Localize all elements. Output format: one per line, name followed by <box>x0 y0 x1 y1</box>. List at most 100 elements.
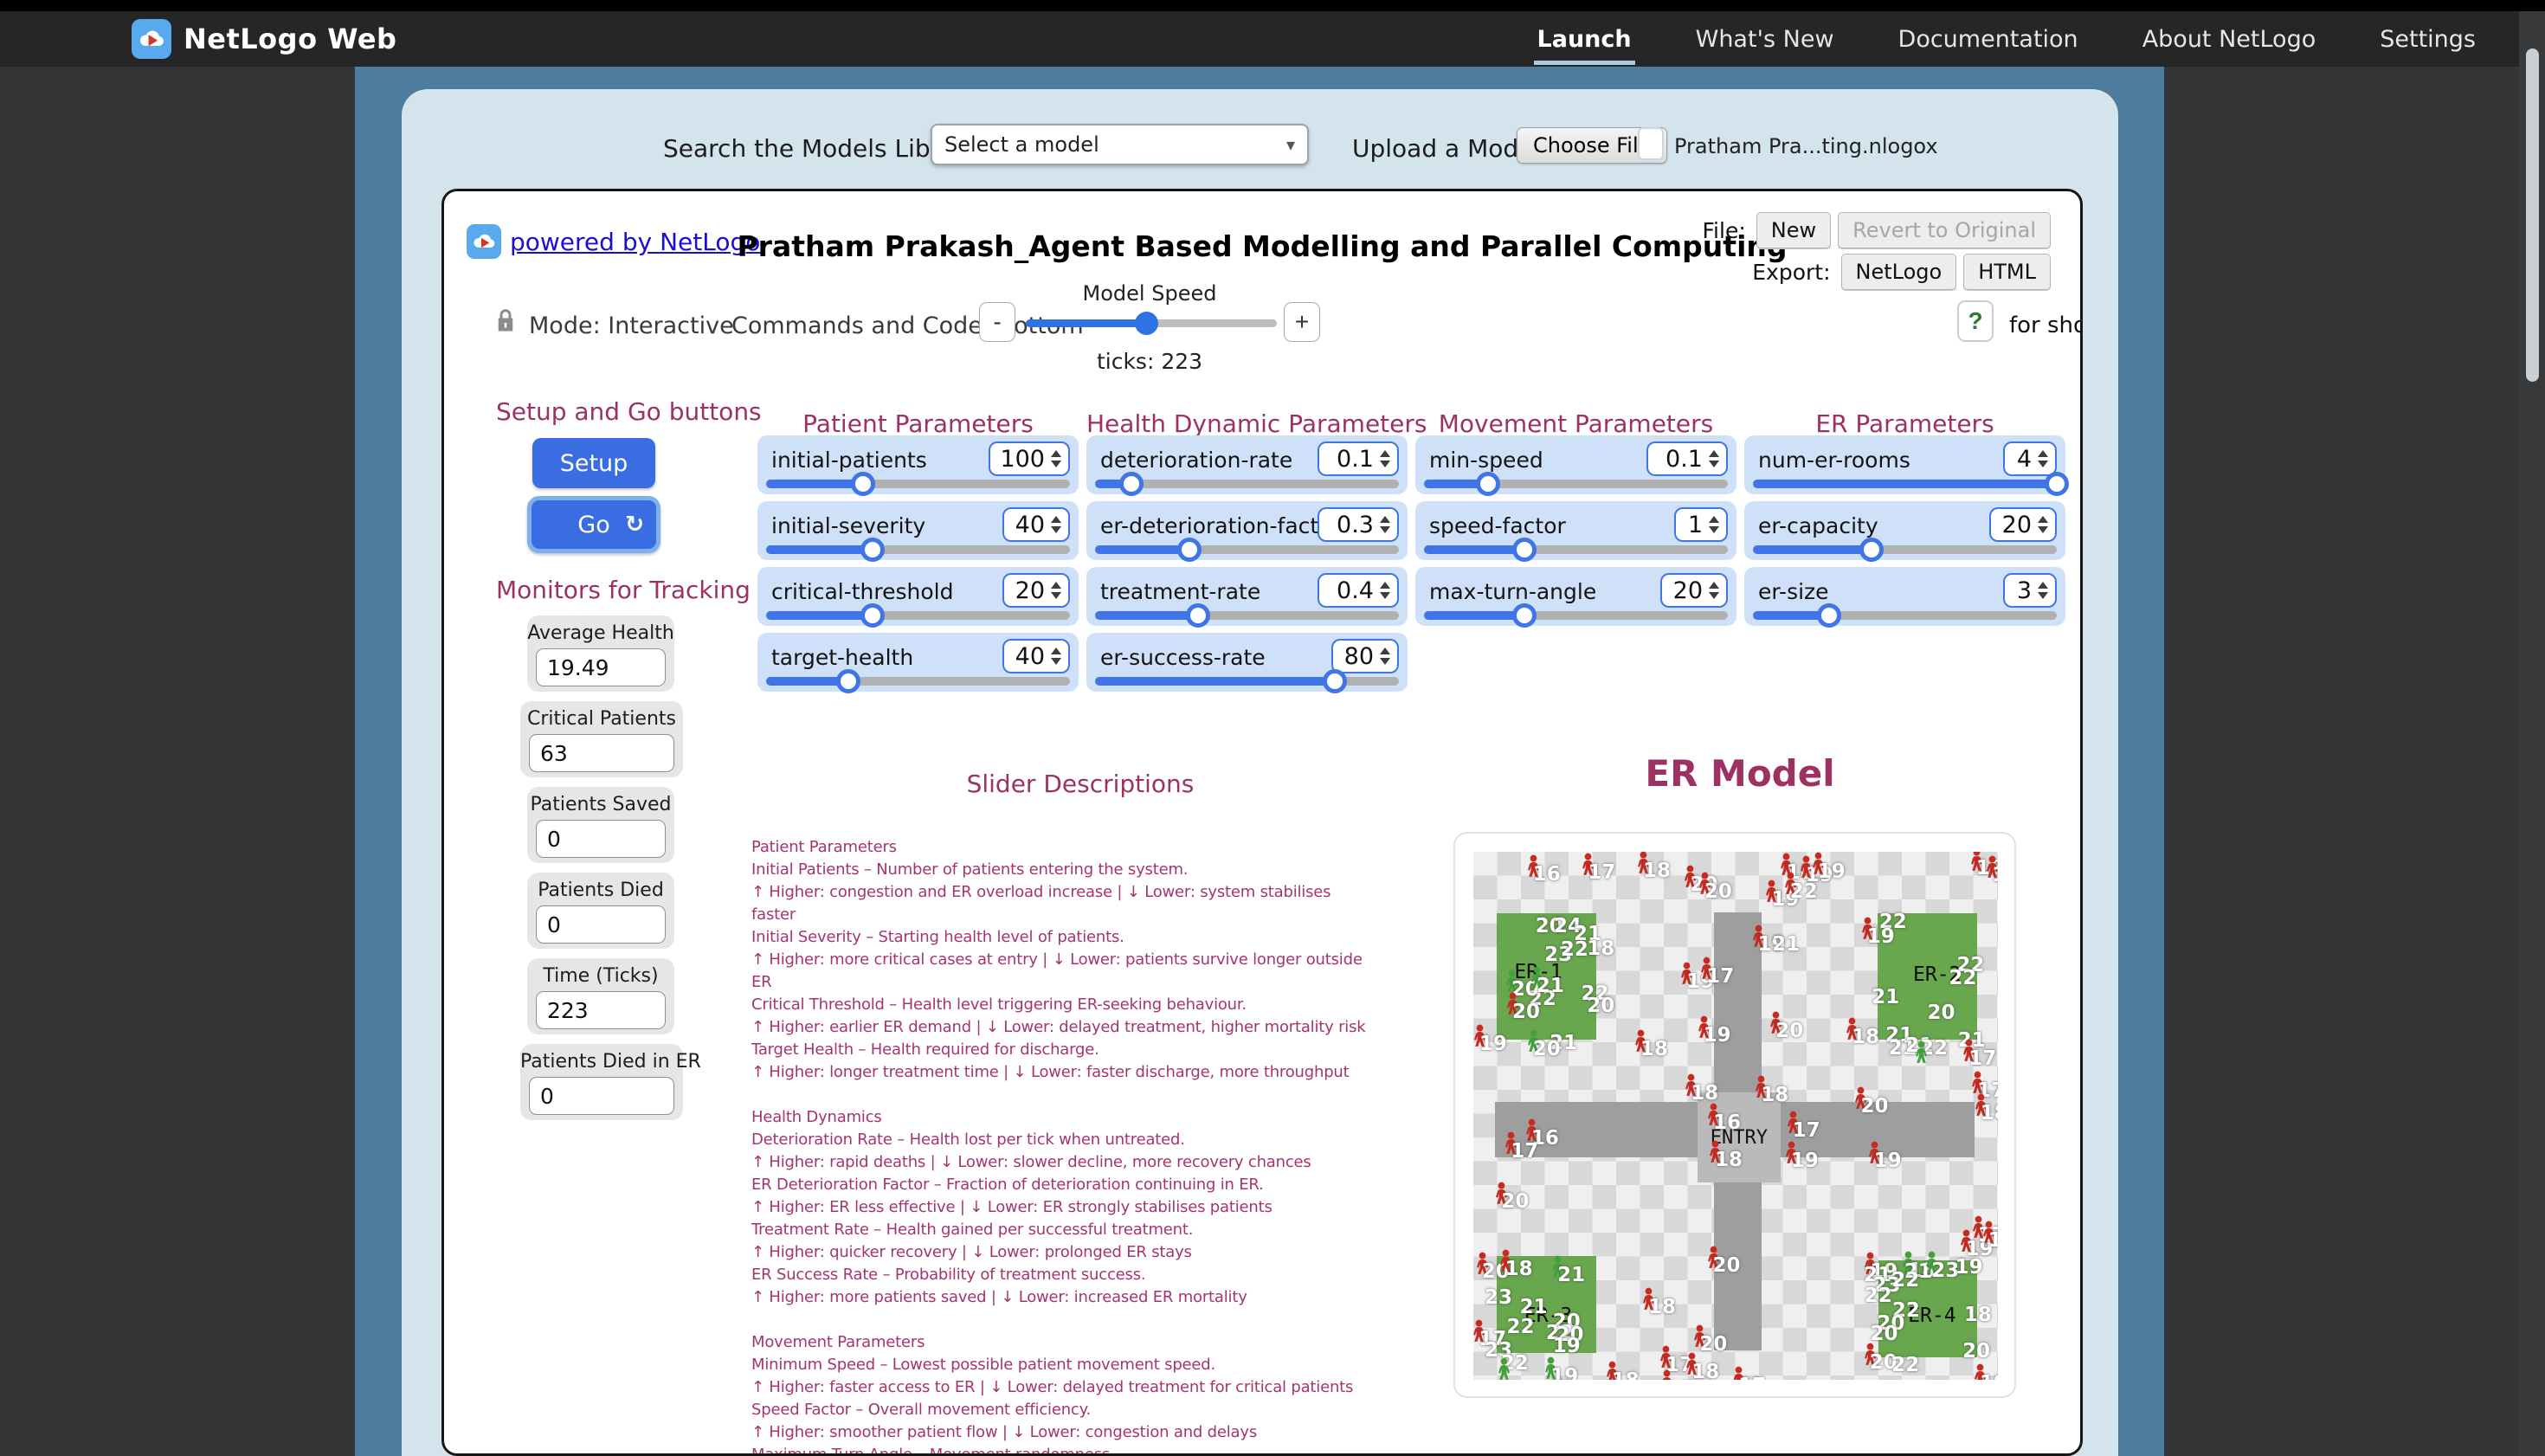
spinner-down-icon[interactable] <box>1051 658 1061 665</box>
spinner-arrows-icon[interactable] <box>2038 516 2048 533</box>
slider-thumb[interactable] <box>1512 603 1537 628</box>
slider-min-speed[interactable]: min-speed0.1 <box>1415 435 1736 494</box>
spinner-arrows-icon[interactable] <box>1380 647 1390 665</box>
slider-track[interactable] <box>766 611 1070 620</box>
spinner-down-icon[interactable] <box>2038 526 2048 533</box>
nav-link-about-netlogo[interactable]: About NetLogo <box>2142 26 2316 53</box>
shortcuts-help-button[interactable]: ? <box>1957 300 1994 342</box>
revert-to-original-button[interactable]: Revert to Original <box>1838 212 2051 248</box>
slider-thumb[interactable] <box>836 669 860 693</box>
spinner-down-icon[interactable] <box>1709 526 1719 533</box>
slider-track[interactable] <box>1424 480 1728 488</box>
slider-track[interactable] <box>766 545 1070 554</box>
spinner-up-icon[interactable] <box>1709 516 1719 523</box>
spinner-down-icon[interactable] <box>1051 592 1061 599</box>
slider-thumb[interactable] <box>1512 538 1537 562</box>
spinner-up-icon[interactable] <box>2038 450 2048 457</box>
export-netlogo-button[interactable]: NetLogo <box>1841 254 1957 290</box>
model-speed-slider[interactable] <box>1026 319 1277 327</box>
slider-track[interactable] <box>1095 480 1399 488</box>
export-html-button[interactable]: HTML <box>1963 254 2051 290</box>
er-world-view[interactable]: ENTRYER-1ER-2ER-3ER-41617182020181919192… <box>1473 852 1998 1380</box>
spinner-up-icon[interactable] <box>1051 647 1061 654</box>
slider-value-input[interactable]: 0.3 <box>1318 507 1399 542</box>
scrollbar-thumb[interactable] <box>2526 48 2539 382</box>
slider-value-input[interactable]: 0.1 <box>1646 441 1728 476</box>
spinner-down-icon[interactable] <box>1380 592 1390 599</box>
slider-num-er-rooms[interactable]: num-er-rooms4 <box>1744 435 2065 494</box>
slider-er-deterioration-factor[interactable]: er-deterioration-factor0.3 <box>1086 501 1408 560</box>
nav-link-settings[interactable]: Settings <box>2380 26 2476 53</box>
slider-speed-factor[interactable]: speed-factor1 <box>1415 501 1736 560</box>
slider-er-capacity[interactable]: er-capacity20 <box>1744 501 2065 560</box>
setup-button[interactable]: Setup <box>532 438 655 488</box>
speed-decrease-button[interactable]: - <box>979 302 1015 342</box>
slider-thumb[interactable] <box>1859 538 1884 562</box>
spinner-arrows-icon[interactable] <box>1709 582 1719 599</box>
spinner-arrows-icon[interactable] <box>1051 582 1061 599</box>
spinner-up-icon[interactable] <box>1051 450 1061 457</box>
slider-track[interactable] <box>1753 545 2057 554</box>
spinner-down-icon[interactable] <box>1709 592 1719 599</box>
slider-target-health[interactable]: target-health40 <box>757 633 1079 692</box>
netlogo-home-link[interactable]: NetLogo Web <box>132 19 396 59</box>
slider-track[interactable] <box>766 677 1070 686</box>
slider-value-input[interactable]: 20 <box>1989 507 2057 542</box>
spinner-up-icon[interactable] <box>2038 582 2048 589</box>
slider-value-input[interactable]: 40 <box>1002 507 1070 542</box>
slider-thumb[interactable] <box>1817 603 1841 628</box>
slider-track[interactable] <box>1095 677 1399 686</box>
spinner-arrows-icon[interactable] <box>1051 450 1061 467</box>
spinner-down-icon[interactable] <box>2038 592 2048 599</box>
spinner-up-icon[interactable] <box>1709 450 1719 457</box>
slider-value-input[interactable]: 100 <box>989 441 1070 476</box>
spinner-arrows-icon[interactable] <box>2038 582 2048 599</box>
slider-value-input[interactable]: 4 <box>2003 441 2057 476</box>
spinner-down-icon[interactable] <box>1380 526 1390 533</box>
spinner-down-icon[interactable] <box>2038 461 2048 467</box>
slider-deterioration-rate[interactable]: deterioration-rate0.1 <box>1086 435 1408 494</box>
slider-track[interactable] <box>1424 545 1728 554</box>
speed-slider-thumb[interactable] <box>1135 312 1158 335</box>
slider-track[interactable] <box>1753 611 2057 620</box>
slider-er-size[interactable]: er-size3 <box>1744 567 2065 626</box>
spinner-arrows-icon[interactable] <box>2038 450 2048 467</box>
spinner-up-icon[interactable] <box>2038 516 2048 523</box>
slider-value-input[interactable]: 40 <box>1002 639 1070 673</box>
nav-link-launch[interactable]: Launch <box>1537 26 1632 53</box>
slider-thumb[interactable] <box>860 538 885 562</box>
slider-thumb[interactable] <box>1119 472 1144 496</box>
slider-er-success-rate[interactable]: er-success-rate80 <box>1086 633 1408 692</box>
spinner-down-icon[interactable] <box>1709 461 1719 467</box>
file-new-button[interactable]: New <box>1756 212 1831 248</box>
spinner-arrows-icon[interactable] <box>1380 582 1390 599</box>
spinner-arrows-icon[interactable] <box>1380 450 1390 467</box>
spinner-up-icon[interactable] <box>1380 450 1390 457</box>
slider-treatment-rate[interactable]: treatment-rate0.4 <box>1086 567 1408 626</box>
slider-thumb[interactable] <box>1323 669 1347 693</box>
slider-initial-severity[interactable]: initial-severity40 <box>757 501 1079 560</box>
slider-track[interactable] <box>1753 480 2057 488</box>
slider-critical-threshold[interactable]: critical-threshold20 <box>757 567 1079 626</box>
nav-link-documentation[interactable]: Documentation <box>1898 26 2078 53</box>
spinner-up-icon[interactable] <box>1709 582 1719 589</box>
spinner-arrows-icon[interactable] <box>1380 516 1390 533</box>
slider-track[interactable] <box>766 480 1070 488</box>
nav-link-what-s-new[interactable]: What's New <box>1696 26 1834 53</box>
slider-value-input[interactable]: 20 <box>1002 573 1070 608</box>
spinner-up-icon[interactable] <box>1051 516 1061 523</box>
spinner-arrows-icon[interactable] <box>1051 516 1061 533</box>
slider-thumb[interactable] <box>1476 472 1500 496</box>
slider-value-input[interactable]: 1 <box>1674 507 1728 542</box>
slider-value-input[interactable]: 3 <box>2003 573 2057 608</box>
spinner-down-icon[interactable] <box>1380 461 1390 467</box>
spinner-down-icon[interactable] <box>1051 461 1061 467</box>
spinner-arrows-icon[interactable] <box>1709 516 1719 533</box>
spinner-up-icon[interactable] <box>1380 647 1390 654</box>
slider-track[interactable] <box>1424 611 1728 620</box>
slider-max-turn-angle[interactable]: max-turn-angle20 <box>1415 567 1736 626</box>
slider-thumb[interactable] <box>2045 472 2069 496</box>
spinner-up-icon[interactable] <box>1380 516 1390 523</box>
slider-thumb[interactable] <box>860 603 885 628</box>
slider-value-input[interactable]: 0.1 <box>1318 441 1399 476</box>
